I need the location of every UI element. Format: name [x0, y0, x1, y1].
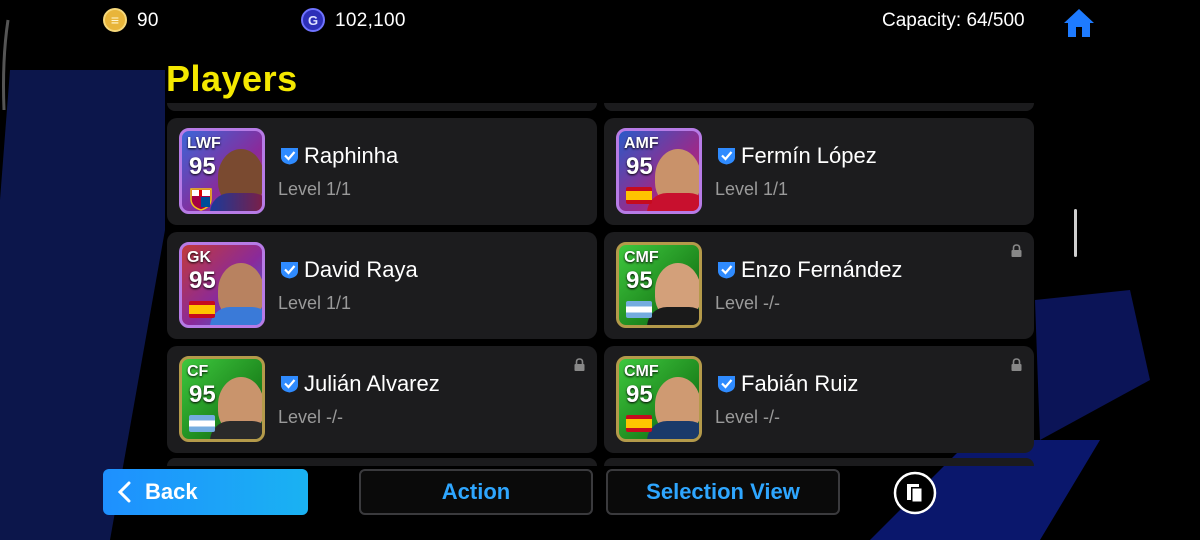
- capacity-label: Capacity: 64/500: [882, 10, 1025, 31]
- coin-icon: ≡: [103, 8, 127, 32]
- top-bar: ≡ 90 G 102,100 Capacity: 64/500: [0, 0, 1200, 44]
- list-item-partial: [604, 458, 1034, 466]
- verified-icon: [718, 148, 735, 165]
- verified-icon: [281, 262, 298, 279]
- rating-label: 95: [626, 381, 653, 408]
- chevron-left-icon: [117, 481, 131, 503]
- position-label: AMF: [624, 135, 659, 152]
- position-label: CMF: [624, 249, 659, 266]
- spain-flag-icon: [626, 415, 652, 432]
- position-label: CF: [187, 363, 209, 380]
- player-name: Fabián Ruiz: [741, 371, 859, 396]
- spain-flag-icon: [626, 187, 652, 204]
- player-name: David Raya: [304, 257, 418, 282]
- player-name: Enzo Fernández: [741, 257, 903, 282]
- player-card[interactable]: CMF 95 Fabián Ruiz Level -/-: [604, 346, 1034, 453]
- player-level: Level 1/1: [715, 179, 789, 199]
- player-thumbnail: CMF 95: [616, 242, 702, 328]
- scrollbar[interactable]: [1074, 209, 1077, 257]
- rating-label: 95: [189, 381, 216, 408]
- list-item-partial: [167, 458, 597, 466]
- player-thumbnail: GK 95: [179, 242, 265, 328]
- back-button-label: Back: [145, 479, 198, 504]
- verified-icon: [281, 148, 298, 165]
- featured-badge-icon: [677, 325, 691, 328]
- back-button[interactable]: Back: [103, 469, 308, 515]
- club-crest-icon: [190, 188, 212, 211]
- coin-amount: 90: [137, 10, 159, 31]
- player-card[interactable]: CMF 95 Enzo Fernández Level -/-: [604, 232, 1034, 339]
- lock-icon: [574, 358, 585, 371]
- home-icon[interactable]: [1062, 6, 1096, 40]
- player-level: Level 1/1: [278, 293, 352, 313]
- action-button[interactable]: Action: [359, 469, 593, 515]
- selection-view-button-label: Selection View: [646, 479, 800, 504]
- player-thumbnail: CF 95: [179, 356, 265, 442]
- player-level: Level -/-: [278, 407, 344, 427]
- copy-view-icon[interactable]: [893, 471, 937, 515]
- position-label: LWF: [187, 135, 221, 152]
- featured-badge-icon: [240, 439, 254, 442]
- spain-flag-icon: [189, 301, 215, 318]
- verified-icon: [718, 376, 735, 393]
- verified-icon: [718, 262, 735, 279]
- player-name: Fermín López: [741, 143, 877, 168]
- lock-icon: [1011, 244, 1022, 257]
- player-name: Julián Alvarez: [304, 371, 440, 396]
- player-card[interactable]: LWF 95 Raphinha Level 1/1: [167, 118, 597, 225]
- position-label: CMF: [624, 363, 659, 380]
- player-card[interactable]: AMF 95 Fermín López Level 1/1: [604, 118, 1034, 225]
- player-name: Raphinha: [304, 143, 399, 168]
- player-card[interactable]: CF 95 Julián Alvarez Level -/-: [167, 346, 597, 453]
- verified-icon: [281, 376, 298, 393]
- player-thumbnail: CMF 95: [616, 356, 702, 442]
- player-thumbnail: LWF 95: [179, 128, 265, 214]
- position-label: GK: [187, 249, 211, 266]
- action-button-label: Action: [441, 479, 511, 504]
- list-item-partial: [167, 103, 597, 111]
- rating-label: 95: [626, 267, 653, 294]
- rating-label: 95: [189, 267, 216, 294]
- player-level: Level -/-: [715, 293, 781, 313]
- argentina-flag-icon: [626, 301, 652, 318]
- gp-icon: G: [301, 8, 325, 32]
- page-title: Players: [166, 58, 298, 99]
- selection-view-button[interactable]: Selection View: [606, 469, 840, 515]
- rating-label: 95: [189, 153, 216, 180]
- featured-badge-icon: [677, 439, 691, 442]
- rating-label: 95: [626, 153, 653, 180]
- list-item-partial: [604, 103, 1034, 111]
- gp-amount: 102,100: [335, 10, 406, 31]
- player-level: Level 1/1: [278, 179, 352, 199]
- player-card[interactable]: GK 95 David Raya Level 1/1: [167, 232, 597, 339]
- lock-icon: [1011, 358, 1022, 371]
- player-thumbnail: AMF 95: [616, 128, 702, 214]
- argentina-flag-icon: [189, 415, 215, 432]
- player-level: Level -/-: [715, 407, 781, 427]
